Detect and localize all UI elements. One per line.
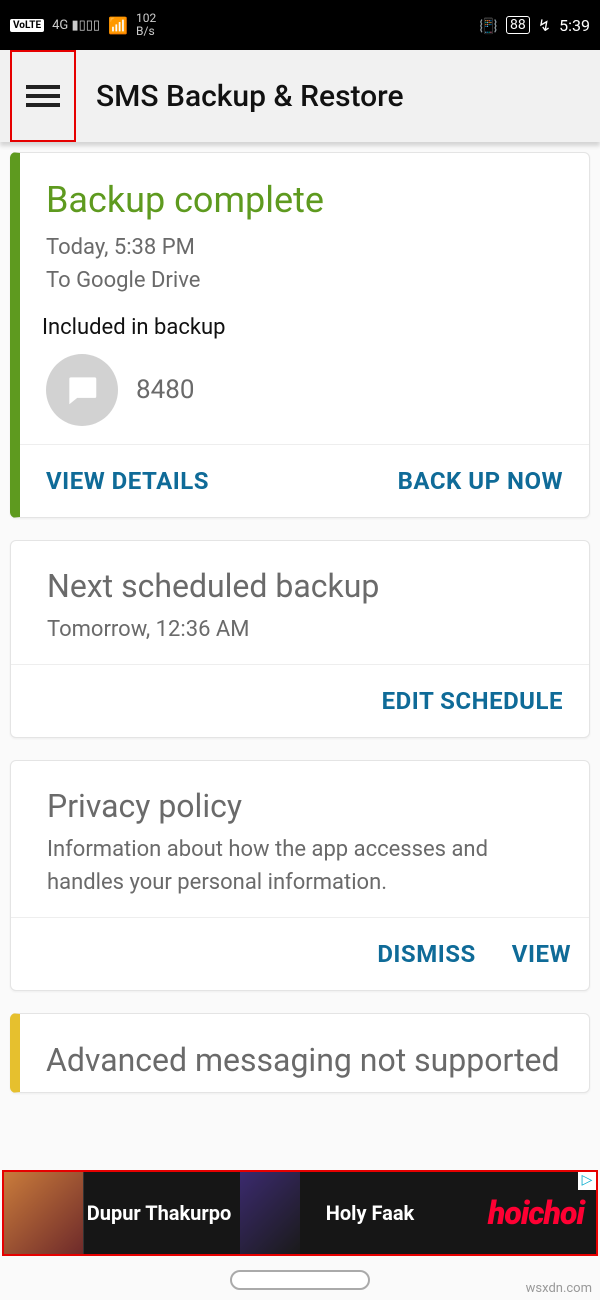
status-bar: VoLTE 4G ▮▯▯▯ 102 B/s 88 ↯ 5:39 <box>0 0 600 50</box>
schedule-heading: Next scheduled backup <box>47 567 565 605</box>
messages-icon <box>46 354 118 426</box>
ad-title-2: Holy Faak <box>300 1201 440 1225</box>
ad-brand: hoichoi <box>488 1194 584 1232</box>
home-indicator[interactable] <box>230 1270 370 1290</box>
message-count: 8480 <box>136 375 194 405</box>
vibrate-icon <box>479 16 498 35</box>
schedule-time: Tomorrow, 12:36 AM <box>47 613 565 646</box>
wifi-icon <box>108 16 128 35</box>
view-details-button[interactable]: VIEW DETAILS <box>20 445 235 517</box>
privacy-card: Privacy policy Information about how the… <box>10 760 590 991</box>
backup-actions: VIEW DETAILS BACK UP NOW <box>20 444 589 517</box>
menu-button-highlight <box>10 50 76 142</box>
app-bar: SMS Backup & Restore <box>0 50 600 142</box>
adchoices-icon[interactable]: ▷ <box>578 1172 596 1190</box>
ad-poster-2 <box>240 1172 300 1254</box>
status-right: 88 ↯ 5:39 <box>479 16 590 35</box>
status-left: VoLTE 4G ▮▯▯▯ 102 B/s <box>10 12 156 38</box>
signal-4g: 4G ▮▯▯▯ <box>52 19 100 32</box>
privacy-actions: DISMISS VIEW <box>11 917 589 990</box>
advanced-heading: Advanced messaging not supported <box>46 1040 565 1080</box>
privacy-heading: Privacy policy <box>47 787 565 825</box>
page-title: SMS Backup & Restore <box>96 79 404 114</box>
backup-now-button[interactable]: BACK UP NOW <box>372 445 589 517</box>
backup-heading: Backup complete <box>46 179 565 221</box>
content-area: Backup complete Today, 5:38 PM To Google… <box>0 142 600 1093</box>
data-speed: 102 B/s <box>136 12 156 38</box>
battery-indicator: 88 <box>506 16 530 34</box>
dismiss-button[interactable]: DISMISS <box>359 918 493 990</box>
ad-poster-1 <box>4 1172 84 1254</box>
schedule-card: Next scheduled backup Tomorrow, 12:36 AM… <box>10 540 590 738</box>
volte-indicator: VoLTE <box>10 19 44 32</box>
ad-title-1: Dupur Thakurpo <box>84 1202 234 1224</box>
included-label: Included in backup <box>42 315 565 340</box>
message-count-row: 8480 <box>46 354 565 426</box>
schedule-actions: EDIT SCHEDULE <box>11 664 589 737</box>
backup-time: Today, 5:38 PM <box>46 231 565 264</box>
privacy-body: Information about how the app accesses a… <box>47 833 565 899</box>
ad-banner[interactable]: Dupur Thakurpo Holy Faak hoichoi ▷ <box>2 1170 598 1256</box>
edit-schedule-button[interactable]: EDIT SCHEDULE <box>356 665 589 737</box>
backup-destination: To Google Drive <box>46 264 565 297</box>
hamburger-icon[interactable] <box>26 80 60 112</box>
view-button[interactable]: VIEW <box>494 918 589 990</box>
watermark: wsxdn.com <box>526 1281 592 1296</box>
backup-status-card: Backup complete Today, 5:38 PM To Google… <box>10 152 590 518</box>
clock: 5:39 <box>559 16 590 35</box>
charging-icon: ↯ <box>538 16 551 35</box>
advanced-messaging-card: Advanced messaging not supported <box>10 1013 590 1093</box>
